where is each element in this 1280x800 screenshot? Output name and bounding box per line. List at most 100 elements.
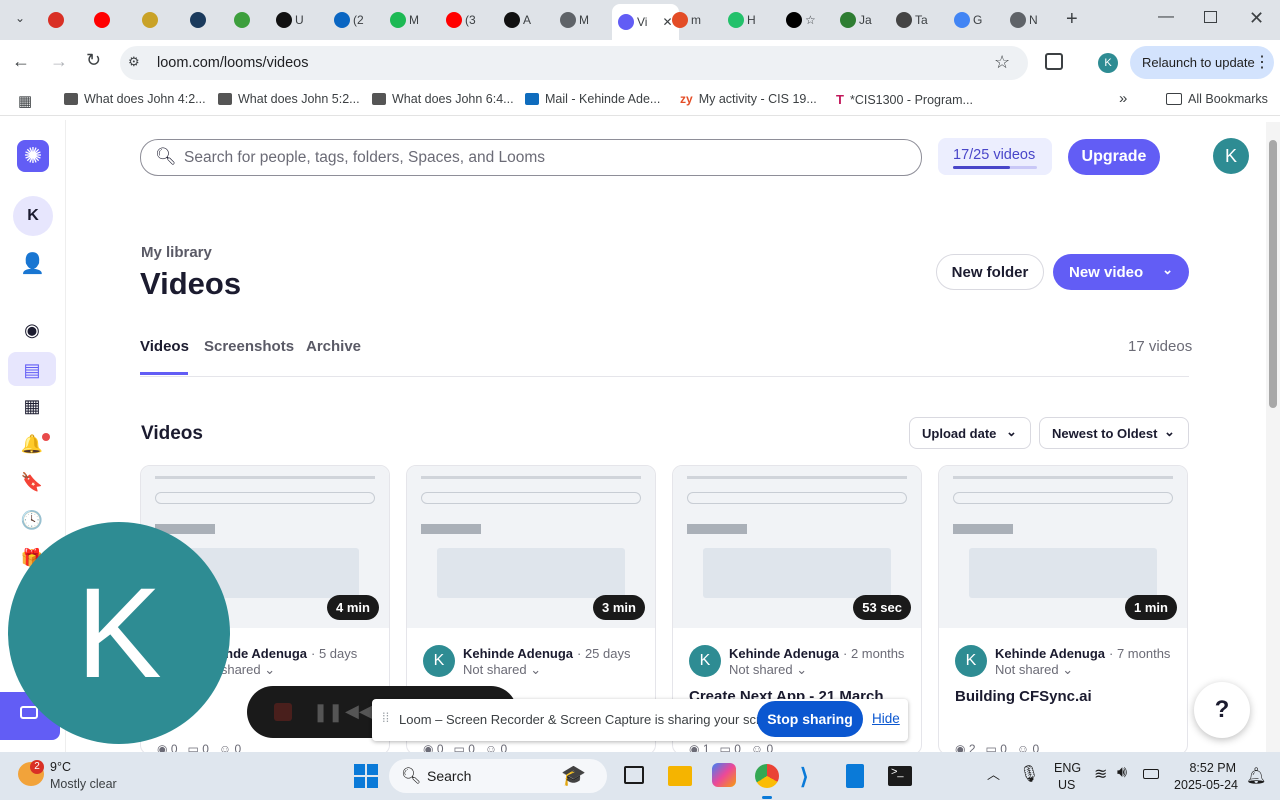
windows-start-icon[interactable] [354,764,378,788]
calendar-icon[interactable]: ▦ [20,394,44,418]
hide-link[interactable]: Hide [872,711,900,726]
minimize-icon[interactable]: — [1158,8,1174,26]
share-status[interactable]: Not shared ⌄ [729,662,807,678]
author-name[interactable]: Kehinde Adenuga [463,646,573,661]
upgrade-button[interactable]: Upgrade [1068,139,1160,175]
loom-logo-icon[interactable]: ✺ [17,140,49,172]
notifications-icon[interactable]: 🔔︎ [1246,766,1266,786]
new-folder-button[interactable]: New folder [936,254,1044,290]
close-tab-icon[interactable]: ✕ [662,15,672,29]
more-bookmarks-chevron-icon[interactable]: » [1119,90,1127,107]
browser-tab[interactable] [234,6,253,34]
tab-archive[interactable]: Archive [306,338,361,355]
battery-icon[interactable] [1143,769,1159,779]
browser-tab[interactable] [48,6,67,34]
task-view-icon[interactable] [624,766,644,784]
tab-active[interactable]: Vi ✕ [612,4,679,40]
chrome-icon[interactable] [755,764,779,788]
profile-avatar[interactable]: K [1098,53,1118,73]
video-card[interactable]: 1 min K Kehinde Adenuga · 7 months Not share… [938,465,1188,755]
browser-tab[interactable]: (2 [334,6,364,34]
add-person-icon[interactable]: 👤 [20,252,45,276]
bookmark-item[interactable]: zy My activity - CIS 19... [680,92,817,106]
browser-tab[interactable]: N [1010,6,1038,34]
browser-tab[interactable]: Ta [896,6,928,34]
share-status[interactable]: Not shared ⌄ [463,662,541,678]
browser-tab[interactable] [142,6,161,34]
tab-search-chevron-icon[interactable]: ⌄ [10,11,30,29]
close-window-icon[interactable]: ✕ [1249,8,1264,29]
tab-screenshots[interactable]: Screenshots [204,338,294,355]
language-region[interactable]: US [1058,778,1075,792]
relaunch-button[interactable]: Relaunch to update ⋮ [1130,46,1274,79]
reload-icon[interactable]: ↻ [86,50,101,71]
tray-chevron-icon[interactable]: ︿ [987,764,1000,783]
clock-date[interactable]: 2025-05-24 [1166,778,1238,792]
bookmark-icon[interactable]: 🔖 [20,470,44,494]
browser-tab[interactable]: ☆ [786,6,816,34]
menu-dots-icon[interactable]: ⋮ [1254,52,1270,72]
all-bookmarks[interactable]: All Bookmarks [1166,92,1268,106]
clock-time[interactable]: 8:52 PM [1180,761,1236,775]
bell-icon[interactable]: 🔔 [20,432,44,456]
share-status[interactable]: Not shared ⌄ [995,662,1073,678]
new-video-button[interactable]: New video ⌄ [1053,254,1189,290]
bookmark-item[interactable]: T *CIS1300 - Program... [836,92,973,107]
tab-videos[interactable]: Videos [140,338,189,355]
apps-grid-icon[interactable]: ▦ [18,92,32,110]
bookmark-item[interactable]: What does John 4:2... [64,92,206,106]
browser-tab[interactable] [190,6,209,34]
browser-tab[interactable]: (3 [446,6,476,34]
browser-tab[interactable] [94,6,113,34]
browser-tab[interactable]: m [672,6,701,34]
microphone-icon[interactable]: 🎙︎ [1019,764,1039,784]
help-button[interactable]: ? [1194,682,1250,738]
terminal-icon[interactable]: >_ [888,766,912,786]
url-text[interactable]: loom.com/looms/videos [157,55,309,71]
drag-handle-icon[interactable]: ⁞⁞ [382,710,389,725]
new-tab-plus-icon[interactable]: + [1066,8,1078,31]
page-scrollbar[interactable] [1266,122,1280,752]
bookmark-star-icon[interactable]: ☆ [994,52,1010,73]
library-icon[interactable]: ▤ [20,358,44,382]
stop-recording-icon[interactable] [274,703,292,721]
breadcrumb[interactable]: My library [141,244,212,261]
maximize-icon[interactable] [1204,11,1217,23]
video-quota[interactable]: 17/25 videos [938,138,1052,175]
browser-tab[interactable]: H [728,6,756,34]
restart-icon[interactable]: ◀◀ [345,701,373,722]
browser-tab[interactable]: U [276,6,304,34]
file-explorer-icon[interactable] [668,766,692,786]
video-title[interactable]: Building CFSync.ai [955,688,1092,705]
pause-icon[interactable]: ❚❚ [313,702,343,723]
clock-icon[interactable]: 🕓 [20,508,44,532]
wifi-icon[interactable]: ≋ [1094,764,1107,784]
copilot-icon[interactable] [712,763,736,787]
extensions-icon[interactable] [1045,53,1063,70]
video-thumbnail[interactable]: 1 min [939,466,1187,628]
bookmark-item[interactable]: Mail - Kehinde Ade... [525,92,660,106]
sort-order-dropdown[interactable]: Newest to Oldest ⌄ [1039,417,1189,449]
user-avatar[interactable]: K [1213,138,1249,174]
browser-tab[interactable]: A [504,6,531,34]
video-thumbnail[interactable]: 3 min [407,466,655,628]
language-code[interactable]: ENG [1054,761,1081,775]
camera-bubble-avatar[interactable]: K [8,522,230,744]
sort-by-dropdown[interactable]: Upload date ⌄ [909,417,1031,449]
browser-tab[interactable]: Ja [840,6,872,34]
volume-icon[interactable]: 🔊︎ [1117,764,1127,782]
notepad-icon[interactable] [846,764,864,788]
author-name[interactable]: Kehinde Adenuga [729,646,839,661]
browser-tab[interactable]: G [954,6,982,34]
bookmark-item[interactable]: What does John 5:2... [218,92,360,106]
search-input[interactable]: Search for people, tags, folders, Spaces… [184,149,545,167]
site-info-icon[interactable]: ⚙ [128,54,140,70]
scrollbar-thumb[interactable] [1269,140,1277,408]
workspace-switcher[interactable]: K [13,196,53,236]
author-name[interactable]: Kehinde Adenuga [995,646,1105,661]
bookmark-item[interactable]: What does John 6:4... [372,92,514,106]
vscode-icon[interactable]: ⟩ [800,764,822,789]
back-arrow-icon[interactable]: ← [12,51,30,72]
browser-tab[interactable]: M [390,6,419,34]
browser-tab[interactable]: M [560,6,589,34]
